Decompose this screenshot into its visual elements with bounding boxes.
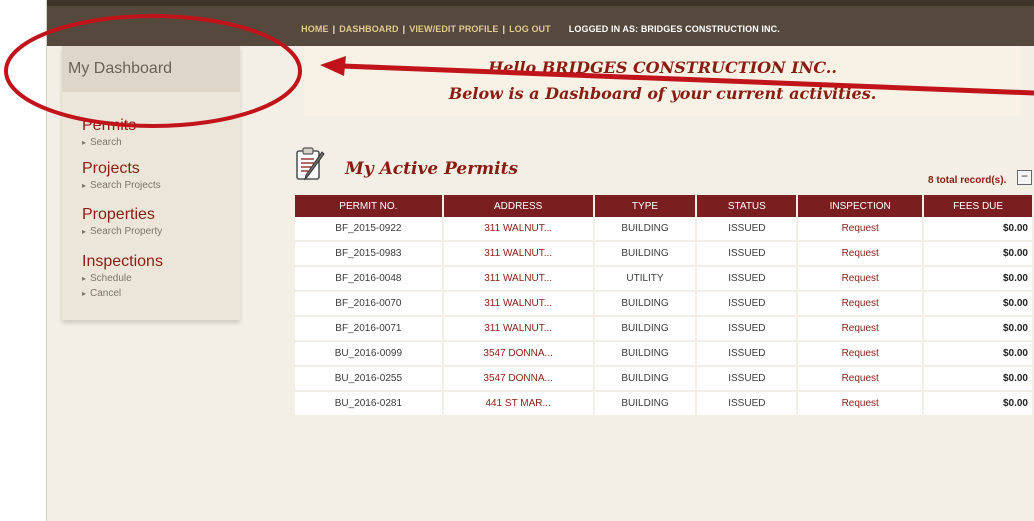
type-cell: BUILDING [593, 241, 698, 267]
nav-profile-link[interactable]: VIEW/EDIT PROFILE [409, 24, 498, 34]
fees-due-cell: $0.00 [923, 366, 1034, 392]
nav-separator: | [402, 24, 406, 34]
inspection-request-link[interactable]: Request [797, 316, 925, 342]
type-cell: BUILDING [593, 316, 698, 342]
nav-separator: | [332, 24, 336, 34]
top-nav-links: HOME | DASHBOARD | VIEW/EDIT PROFILE | LOG OUT… [47, 24, 1034, 34]
inspection-request-link[interactable]: Request [797, 366, 925, 392]
sidebar-group-permits: Permits Search [82, 118, 136, 149]
window-left-edge [46, 0, 47, 521]
collapse-button[interactable]: − [1017, 170, 1032, 185]
table-row: BU_2016-0255 3547 DONNA... BUILDING ISSUED R… [295, 366, 1034, 392]
fees-due-cell: $0.00 [923, 316, 1034, 342]
sidebar-heading: My Dashboard [68, 60, 173, 77]
fees-due-cell: $0.00 [923, 341, 1034, 367]
column-header-type: TYPE [593, 195, 698, 217]
status-cell: ISSUED [696, 241, 799, 267]
greeting-line-1: Hello BRIDGES CONSTRUCTION INC.. [488, 58, 837, 77]
sidebar: My Dashboard Permits Search Projects Sea… [62, 46, 240, 320]
inspection-request-link[interactable]: Request [797, 341, 925, 367]
clipboard-icon [296, 147, 325, 181]
table-row: BF_2015-0983 311 WALNUT... BUILDING ISSUED R… [295, 241, 1034, 267]
fees-due-cell: $0.00 [923, 266, 1034, 292]
sidebar-item-projects[interactable]: Projects [82, 161, 161, 177]
permit-number-cell: BF_2015-0922 [295, 217, 444, 242]
status-cell: ISSUED [696, 341, 799, 367]
status-cell: ISSUED [696, 366, 799, 392]
address-cell: 311 WALNUT... [442, 217, 595, 242]
type-cell: UTILITY [593, 266, 698, 292]
table-row: BU_2016-0281 441 ST MAR... BUILDING ISSUED R… [295, 391, 1034, 417]
address-cell: 441 ST MAR... [442, 391, 595, 417]
inspection-request-link[interactable]: Request [797, 291, 925, 317]
window-left-margin [0, 0, 46, 521]
fees-due-cell: $0.00 [923, 391, 1034, 417]
address-cell: 3547 DONNA... [442, 341, 595, 367]
active-permits-title: My Active Permits [345, 159, 519, 179]
status-cell: ISSUED [696, 217, 799, 242]
table-header-row: PERMIT NO. ADDRESS TYPE STATUS INSPECTIO… [295, 195, 1034, 217]
table-row: BF_2016-0048 311 WALNUT... UTILITY ISSUED Re… [295, 266, 1034, 292]
table-row: BF_2015-0922 311 WALNUT... BUILDING ISSUED R… [295, 217, 1034, 242]
sidebar-link-permits-search[interactable]: Search [82, 136, 136, 149]
permit-number-cell: BF_2016-0048 [295, 266, 444, 292]
inspection-request-link[interactable]: Request [797, 266, 925, 292]
greeting-banner: Hello BRIDGES CONSTRUCTION INC.. Below i… [304, 46, 1021, 116]
table-row: BU_2016-0099 3547 DONNA... BUILDING ISSUED R… [295, 341, 1034, 367]
type-cell: BUILDING [593, 391, 698, 417]
address-cell: 311 WALNUT... [442, 266, 595, 292]
sidebar-link-cancel[interactable]: Cancel [82, 287, 163, 300]
status-cell: ISSUED [696, 291, 799, 317]
sidebar-item-properties[interactable]: Properties [82, 207, 162, 223]
address-cell: 311 WALNUT... [442, 316, 595, 342]
table-row: BF_2016-0070 311 WALNUT... BUILDING ISSUED R… [295, 291, 1034, 317]
type-cell: BUILDING [593, 366, 698, 392]
column-header-permit-no: PERMIT NO. [295, 195, 444, 217]
fees-due-cell: $0.00 [923, 217, 1034, 242]
permit-number-cell: BU_2016-0281 [295, 391, 444, 417]
top-navigation-bar: HOME | DASHBOARD | VIEW/EDIT PROFILE | LOG OUT… [47, 0, 1034, 46]
status-cell: ISSUED [696, 266, 799, 292]
address-cell: 3547 DONNA... [442, 366, 595, 392]
column-header-address: ADDRESS [442, 195, 595, 217]
permit-number-cell: BF_2016-0071 [295, 316, 444, 342]
status-cell: ISSUED [696, 316, 799, 342]
status-cell: ISSUED [696, 391, 799, 417]
type-cell: BUILDING [593, 291, 698, 317]
column-header-status: STATUS [696, 195, 799, 217]
address-cell: 311 WALNUT... [442, 291, 595, 317]
nav-logout-link[interactable]: LOG OUT [509, 24, 551, 34]
permit-number-cell: BU_2016-0099 [295, 341, 444, 367]
nav-dashboard-link[interactable]: DASHBOARD [339, 24, 398, 34]
record-count: 8 total record(s). [928, 175, 1007, 186]
fees-due-cell: $0.00 [923, 291, 1034, 317]
inspection-request-link[interactable]: Request [797, 241, 925, 267]
sidebar-link-schedule[interactable]: Schedule [82, 272, 163, 285]
type-cell: BUILDING [593, 341, 698, 367]
sidebar-item-permits[interactable]: Permits [82, 118, 136, 134]
greeting-line-2: Below is a Dashboard of your current act… [448, 84, 877, 103]
fees-due-cell: $0.00 [923, 241, 1034, 267]
permit-number-cell: BU_2016-0255 [295, 366, 444, 392]
sidebar-group-inspections: Inspections Schedule Cancel [82, 254, 163, 300]
nav-separator: | [502, 24, 506, 34]
logged-in-label: LOGGED IN AS: BRIDGES CONSTRUCTION INC. [568, 24, 780, 34]
table-row: BF_2016-0071 311 WALNUT... BUILDING ISSUED R… [295, 316, 1034, 342]
address-cell: 311 WALNUT... [442, 241, 595, 267]
sidebar-item-inspections[interactable]: Inspections [82, 254, 163, 270]
sidebar-group-properties: Properties Search Property [82, 207, 162, 238]
type-cell: BUILDING [593, 217, 698, 242]
sidebar-link-search-projects[interactable]: Search Projects [82, 179, 161, 192]
column-header-fees-due: FEES DUE [923, 195, 1034, 217]
permit-number-cell: BF_2015-0983 [295, 241, 444, 267]
permits-table: PERMIT NO. ADDRESS TYPE STATUS INSPECTIO… [295, 195, 1034, 417]
permit-number-cell: BF_2016-0070 [295, 291, 444, 317]
sidebar-link-search-property[interactable]: Search Property [82, 225, 162, 238]
sidebar-heading-box: My Dashboard [62, 46, 240, 92]
sidebar-group-projects: Projects Search Projects [82, 161, 161, 192]
inspection-request-link[interactable]: Request [797, 217, 925, 242]
nav-home-link[interactable]: HOME [301, 24, 328, 34]
column-header-inspection: INSPECTION [797, 195, 925, 217]
inspection-request-link[interactable]: Request [797, 391, 925, 417]
